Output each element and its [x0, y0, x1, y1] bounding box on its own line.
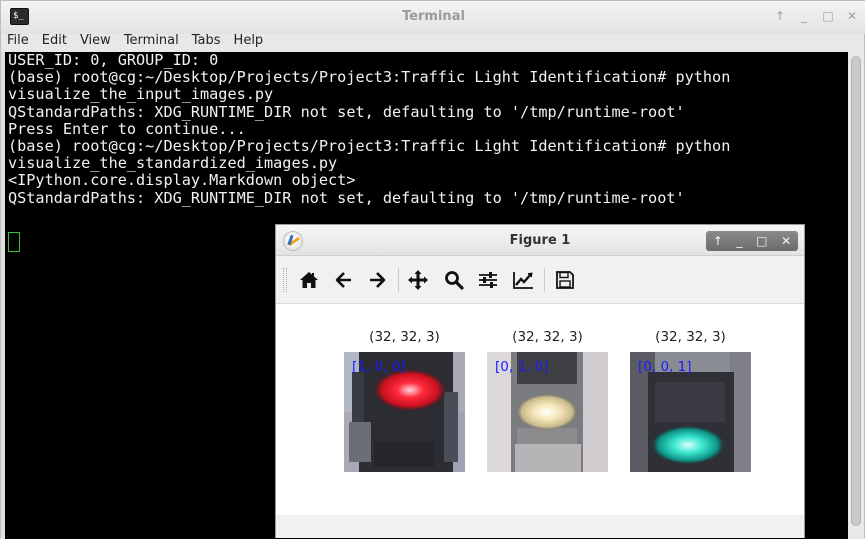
- home-icon[interactable]: [296, 267, 322, 293]
- menu-view[interactable]: View: [74, 32, 118, 52]
- chart-line-icon[interactable]: [510, 267, 536, 293]
- scrollbar-thumb[interactable]: [851, 56, 861, 526]
- keep-above-icon[interactable]: ↑: [713, 234, 723, 248]
- close-icon[interactable]: ✕: [846, 9, 858, 25]
- sliders-icon[interactable]: [475, 267, 501, 293]
- terminal-line: (base) root@cg:~/Desktop/Projects/Projec…: [8, 68, 731, 87]
- toolbar-grip[interactable]: [283, 268, 287, 292]
- menu-terminal[interactable]: Terminal: [118, 32, 186, 52]
- terminal-line: (base) root@cg:~/Desktop/Projects/Projec…: [8, 137, 731, 156]
- subplot-title: (32, 32, 3): [655, 329, 726, 345]
- close-icon[interactable]: ✕: [781, 234, 791, 248]
- toolbar-separator: [544, 268, 545, 292]
- terminal-line: <IPython.core.display.Markdown object>: [8, 171, 356, 190]
- figure-titlebar[interactable]: Figure 1 ↑ _ □ ✕: [276, 225, 804, 256]
- minimize-icon[interactable]: _: [737, 234, 743, 248]
- menu-help[interactable]: Help: [228, 32, 271, 52]
- terminal-title: Terminal: [402, 9, 465, 24]
- terminal-line: QStandardPaths: XDG_RUNTIME_DIR not set,…: [8, 102, 685, 121]
- terminal-line: Press Enter to continue...: [8, 119, 246, 138]
- terminal-line: USER_ID: 0, GROUP_ID: 0: [8, 52, 219, 69]
- terminal-cursor: [8, 232, 20, 252]
- keep-above-icon[interactable]: ↑: [774, 9, 786, 25]
- terminal-menubar: File Edit View Terminal Tabs Help: [1, 32, 865, 52]
- terminal-line: QStandardPaths: XDG_RUNTIME_DIR not set,…: [8, 188, 685, 207]
- maximize-icon[interactable]: □: [756, 234, 767, 248]
- subplot-title: (32, 32, 3): [512, 329, 583, 345]
- figure-canvas[interactable]: (32, 32, 3) [1, 0, 0] (32, 32, 3) [0, 1,…: [276, 305, 804, 515]
- menu-tabs[interactable]: Tabs: [186, 32, 228, 52]
- figure-window: Figure 1 ↑ _ □ ✕ (32, 32, 3) [1, 0, 0] (…: [275, 224, 805, 538]
- figure-window-controls: ↑ _ □ ✕: [706, 231, 798, 251]
- subplot-title: (32, 32, 3): [369, 329, 440, 345]
- arrow-left-icon[interactable]: [331, 267, 357, 293]
- terminal-scrollbar[interactable]: [848, 52, 864, 539]
- move-icon[interactable]: [405, 267, 431, 293]
- terminal-line: visualize_the_input_images.py: [8, 85, 274, 104]
- menu-edit[interactable]: Edit: [36, 32, 74, 52]
- terminal-line: visualize_the_standardized_images.py: [8, 154, 338, 173]
- figure-toolbar: [276, 256, 804, 304]
- arrow-right-icon[interactable]: [364, 267, 390, 293]
- maximize-icon[interactable]: □: [822, 9, 834, 25]
- zoom-icon[interactable]: [441, 267, 467, 293]
- menu-file[interactable]: File: [1, 32, 36, 52]
- terminal-window-controls: ↑ _ □ ✕: [774, 9, 858, 25]
- subplot-label: [1, 0, 0]: [352, 359, 406, 375]
- terminal-titlebar[interactable]: $_ Terminal ↑ _ □ ✕: [1, 1, 865, 34]
- subplot-label: [0, 1, 0]: [495, 359, 549, 375]
- save-icon[interactable]: [552, 267, 578, 293]
- toolbar-separator: [398, 268, 399, 292]
- figure-statusbar: [276, 515, 804, 538]
- minimize-icon[interactable]: _: [798, 9, 810, 25]
- subplot-label: [0, 0, 1]: [638, 359, 692, 375]
